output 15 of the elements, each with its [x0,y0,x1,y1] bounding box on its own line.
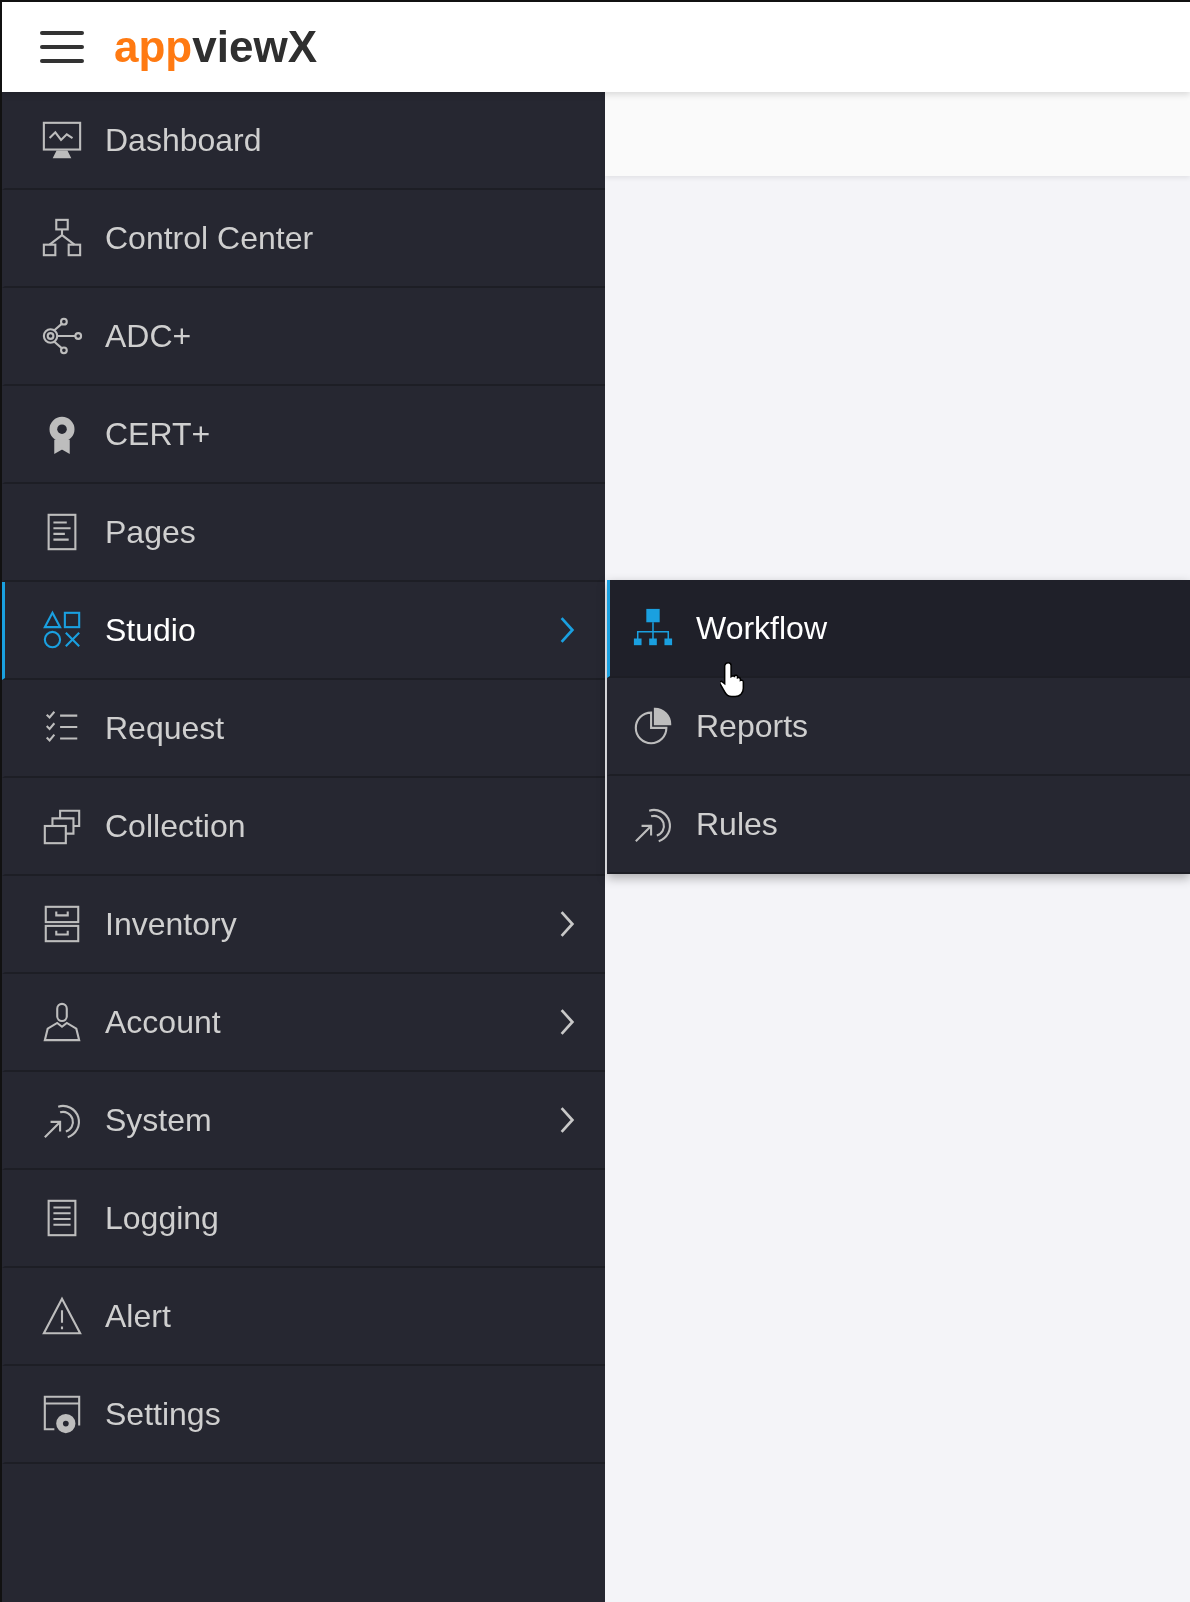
user-icon [41,1001,83,1043]
warning-icon [41,1295,83,1337]
pie-chart-icon [632,705,674,747]
network-icon [41,217,83,259]
sidebar-item[interactable]: Settings [2,1366,605,1464]
submenu-item[interactable]: Rules [607,776,1190,874]
logo: appviewX [114,22,317,72]
shapes-icon [41,609,83,651]
sidebar-item[interactable]: CERT+ [2,386,605,484]
submenu-item[interactable]: Reports [607,678,1190,776]
menu-icon[interactable] [40,31,84,63]
monitor-icon [41,119,83,161]
hub-icon [41,315,83,357]
settings-icon [41,1393,83,1435]
sidebar-item[interactable]: Inventory [2,876,605,974]
